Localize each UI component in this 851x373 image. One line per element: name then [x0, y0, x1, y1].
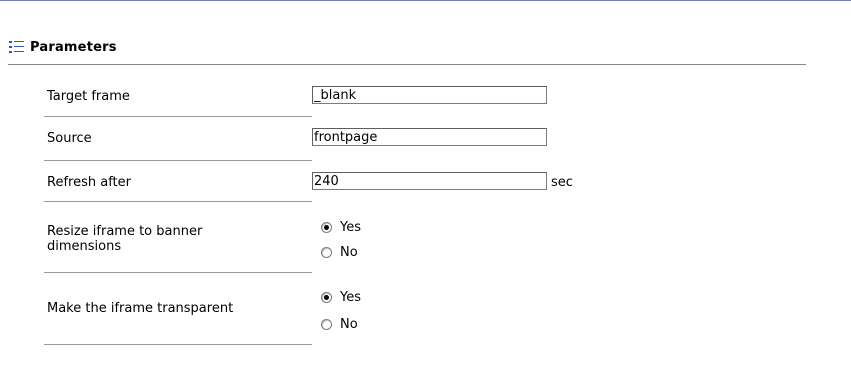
- section-divider: [8, 64, 806, 65]
- row-divider: [44, 272, 312, 273]
- resize-label: Resize iframe to banner dimensions: [47, 224, 203, 254]
- transparent-yes-label: Yes: [340, 289, 361, 305]
- transparent-no-radio[interactable]: [321, 318, 332, 330]
- transparent-yes-radio[interactable]: [321, 291, 332, 303]
- refresh-unit: sec: [551, 175, 573, 190]
- resize-yes-radio[interactable]: [321, 221, 332, 233]
- target-frame-input[interactable]: [312, 86, 547, 104]
- resize-no-label: No: [340, 244, 358, 260]
- resize-no-radio[interactable]: [321, 246, 332, 258]
- resize-yes-label: Yes: [340, 219, 361, 235]
- resize-yes-option[interactable]: Yes: [321, 219, 361, 235]
- section-header: Parameters: [8, 38, 117, 56]
- resize-no-option[interactable]: No: [321, 244, 358, 260]
- section-title: Parameters: [30, 39, 117, 55]
- transparent-no-option[interactable]: No: [321, 316, 358, 332]
- list-icon: [9, 41, 24, 53]
- row-divider: [44, 201, 312, 202]
- source-label: Source: [47, 131, 92, 146]
- transparent-yes-option[interactable]: Yes: [321, 289, 361, 305]
- row-divider: [44, 344, 312, 345]
- refresh-label: Refresh after: [47, 175, 131, 190]
- row-divider: [44, 160, 312, 161]
- refresh-input[interactable]: [312, 172, 547, 190]
- transparent-no-label: No: [340, 316, 358, 332]
- transparent-label: Make the iframe transparent: [47, 301, 234, 316]
- top-divider: [0, 0, 851, 1]
- row-divider: [44, 116, 312, 117]
- source-input[interactable]: [312, 128, 547, 146]
- target-frame-label: Target frame: [47, 89, 130, 104]
